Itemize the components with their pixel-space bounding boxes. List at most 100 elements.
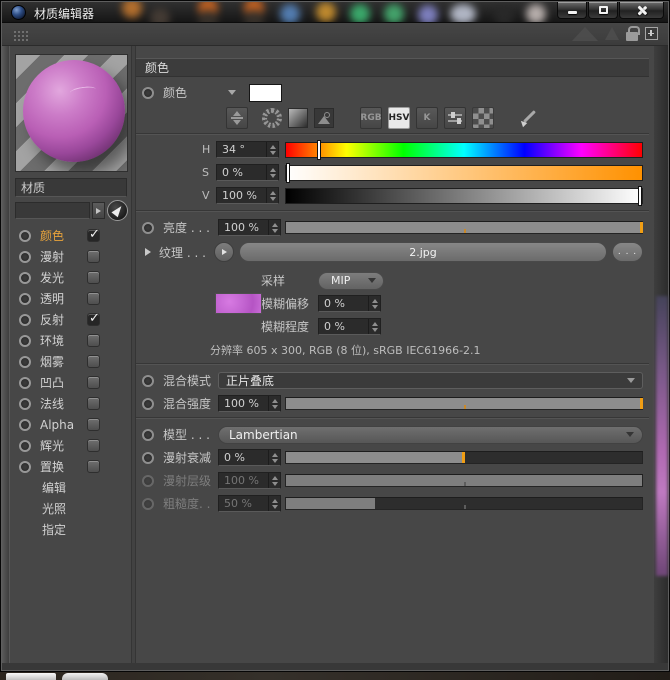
mix-strength-slider[interactable] — [285, 397, 643, 410]
preset-field[interactable] — [15, 202, 90, 219]
sidebar-item-glow[interactable]: 辉光 — [10, 435, 131, 456]
brightness-value-field[interactable]: 100 % — [218, 219, 281, 236]
channel-radio[interactable] — [19, 418, 31, 431]
spinner[interactable] — [268, 450, 280, 465]
channel-checkbox[interactable] — [87, 418, 100, 431]
channel-radio[interactable] — [19, 439, 31, 452]
sampling-dropdown[interactable]: MIP — [318, 271, 384, 290]
preview-scene-icon[interactable] — [572, 26, 598, 41]
sidebar-item-assign[interactable]: 指定 — [10, 519, 131, 540]
spinner[interactable] — [266, 165, 278, 180]
eyedropper-icon[interactable] — [518, 107, 540, 129]
texture-file-button[interactable]: 2.jpg — [239, 242, 607, 262]
minimize-button[interactable] — [557, 2, 587, 19]
hue-marker[interactable] — [317, 139, 322, 160]
channel-radio[interactable] — [19, 397, 31, 410]
close-button[interactable] — [619, 2, 664, 19]
sidebar-item-transparency[interactable]: 透明 — [10, 288, 131, 309]
taskbar-button[interactable] — [62, 673, 108, 680]
blur-scale-field[interactable]: 0 % — [318, 318, 381, 335]
diffuse-falloff-field[interactable]: 0 % — [218, 449, 281, 466]
spinner[interactable] — [266, 142, 278, 157]
sidebar-item-displacement[interactable]: 置换 — [10, 456, 131, 477]
sidebar-item-edit[interactable]: 编辑 — [10, 477, 131, 498]
node-editor-button[interactable] — [107, 200, 128, 221]
k-mode-button[interactable]: K — [416, 107, 438, 129]
compact-mode-icon[interactable] — [226, 107, 248, 129]
blur-offset-field[interactable]: 0 % — [318, 295, 381, 312]
sidebar-item-normal[interactable]: 法线 — [10, 393, 131, 414]
drag-grip[interactable] — [13, 30, 30, 41]
channel-checkbox[interactable] — [87, 439, 100, 452]
brightness-radio[interactable] — [142, 221, 154, 234]
channel-radio[interactable] — [19, 334, 31, 347]
sidebar-item-diffusion[interactable]: 漫射 — [10, 246, 131, 267]
value-gradient-slider[interactable] — [285, 185, 643, 206]
spinner[interactable] — [368, 296, 380, 311]
channel-radio[interactable] — [19, 271, 31, 284]
color-dropdown-icon[interactable] — [228, 90, 236, 95]
channel-checkbox[interactable] — [87, 460, 100, 473]
sidebar-item-reflection[interactable]: 反射 — [10, 309, 131, 330]
channel-checkbox[interactable] — [87, 271, 100, 284]
channel-checkbox[interactable] — [87, 334, 100, 347]
maximize-button[interactable] — [588, 2, 618, 19]
texture-browse-button[interactable]: . . . — [612, 242, 643, 262]
taskbar-button[interactable] — [6, 673, 56, 680]
window-titlebar[interactable]: 材质编辑器 — [2, 2, 668, 23]
mix-strength-field[interactable]: 100 % — [218, 395, 281, 412]
sidebar-item-fog[interactable]: 烟雾 — [10, 351, 131, 372]
preset-arrow-button[interactable] — [92, 202, 105, 219]
spinner[interactable] — [368, 319, 380, 334]
model-dropdown[interactable]: Lambertian — [218, 425, 643, 444]
channel-checkbox[interactable] — [87, 397, 100, 410]
mix-mode-radio[interactable] — [142, 374, 154, 387]
mix-mode-dropdown[interactable]: 正片叠底 — [218, 372, 643, 389]
color-wheel-icon[interactable] — [262, 108, 282, 128]
hue-value-field[interactable]: 34 ° — [216, 141, 279, 158]
channel-checkbox[interactable] — [87, 292, 100, 305]
swatches-icon[interactable] — [472, 107, 494, 129]
value-value-field[interactable]: 100 % — [216, 187, 279, 204]
mixer-icon[interactable] — [444, 107, 466, 129]
color-image-icon[interactable] — [314, 108, 334, 128]
material-preview[interactable] — [15, 54, 128, 172]
spinner[interactable] — [266, 188, 278, 203]
rgb-mode-button[interactable]: RGB — [360, 107, 382, 129]
material-name-input[interactable] — [15, 178, 127, 197]
sidebar-item-bump[interactable]: 凹凸 — [10, 372, 131, 393]
hsv-mode-button[interactable]: HSV — [388, 107, 410, 129]
channel-checkbox[interactable] — [87, 376, 100, 389]
diffuse-falloff-slider[interactable] — [285, 451, 643, 464]
channel-checkbox[interactable] — [87, 250, 100, 263]
value-marker[interactable] — [638, 185, 643, 206]
channel-radio[interactable] — [19, 355, 31, 368]
saturation-gradient-slider[interactable] — [285, 162, 643, 183]
channel-radio[interactable] — [19, 292, 31, 305]
model-radio[interactable] — [142, 428, 154, 441]
channel-checkbox[interactable] — [87, 311, 100, 326]
color-param-radio[interactable] — [142, 86, 154, 99]
spinner[interactable] — [268, 396, 280, 411]
diffuse-falloff-radio[interactable] — [142, 451, 154, 464]
preview-cone-icon[interactable] — [605, 27, 619, 40]
saturation-marker[interactable] — [285, 162, 290, 183]
hue-gradient-slider[interactable] — [285, 139, 643, 160]
lock-icon[interactable] — [626, 26, 640, 41]
channel-radio[interactable] — [19, 460, 31, 473]
sidebar-item-color[interactable]: 颜色 — [10, 225, 131, 246]
channel-radio[interactable] — [19, 313, 31, 326]
sidebar-item-alpha[interactable]: Alpha — [10, 414, 131, 435]
expand-arrow-icon[interactable] — [145, 248, 151, 256]
mix-strength-radio[interactable] — [142, 397, 154, 410]
color-swatch[interactable] — [249, 83, 282, 102]
brightness-slider[interactable] — [285, 221, 643, 234]
texture-thumbnail[interactable] — [215, 293, 262, 314]
new-window-icon[interactable] — [645, 27, 658, 40]
channel-radio[interactable] — [19, 250, 31, 263]
sidebar-item-illumination[interactable]: 光照 — [10, 498, 131, 519]
color-spectrum-icon[interactable] — [288, 108, 308, 128]
channel-checkbox[interactable] — [87, 355, 100, 368]
spinner[interactable] — [268, 220, 280, 235]
channel-radio[interactable] — [19, 376, 31, 389]
